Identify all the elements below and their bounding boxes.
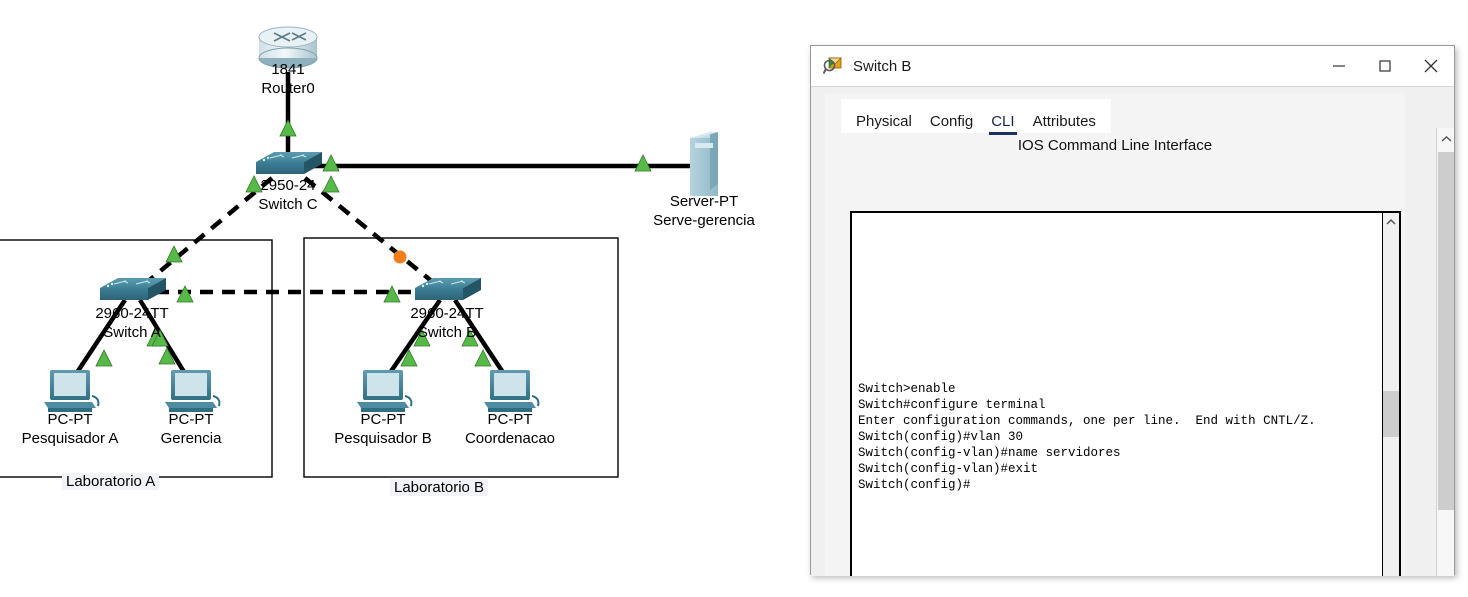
link-switcha-pc1 xyxy=(70,298,127,382)
device-switchc xyxy=(256,152,322,174)
link-up-icon xyxy=(322,175,340,193)
link-up-icon xyxy=(634,154,652,172)
cli-heading: IOS Command Line Interface xyxy=(1017,137,1213,154)
cli-output-text: Switch>enable Switch#configure terminal … xyxy=(858,382,1316,492)
group-box-laboratorio-a xyxy=(0,239,273,478)
window-controls xyxy=(1316,46,1454,85)
topology-svg xyxy=(0,26,718,478)
device-pc2 xyxy=(165,370,221,412)
cli-terminal[interactable]: Switch>enable Switch#configure terminal … xyxy=(850,211,1401,576)
device-pc3 xyxy=(357,370,413,412)
device-server xyxy=(690,132,718,196)
link-switchc-switchb xyxy=(303,176,442,290)
device-window-switch-b[interactable]: Switch B Physical Config CLI Attributes … xyxy=(810,45,1455,576)
window-scrollbar[interactable] xyxy=(1436,128,1454,576)
window-title: Switch B xyxy=(853,57,912,75)
tab-cli[interactable]: CLI xyxy=(982,109,1023,135)
minimize-button[interactable] xyxy=(1316,46,1362,85)
cli-scroll-thumb[interactable] xyxy=(1383,391,1399,437)
inspect-magnifier-icon xyxy=(823,57,842,74)
group-label-laboratorio-b: Laboratorio B xyxy=(390,479,489,496)
link-switchc-switcha xyxy=(138,176,274,290)
cli-scrollbar[interactable] xyxy=(1382,213,1399,576)
link-status-triangles xyxy=(95,119,652,367)
chevron-up-icon xyxy=(1386,218,1396,225)
group-box-laboratorio-b xyxy=(303,237,619,478)
device-panel: Physical Config CLI Attributes IOS Comma… xyxy=(825,93,1405,576)
group-label-laboratorio-a: Laboratorio A xyxy=(62,473,160,490)
device-switchb xyxy=(415,278,481,300)
cli-scroll-up-button[interactable] xyxy=(1383,213,1399,230)
packet-marker-icon xyxy=(393,250,407,264)
tab-physical[interactable]: Physical xyxy=(847,109,921,133)
link-switchb-pc3 xyxy=(383,298,442,382)
maximize-button[interactable] xyxy=(1362,46,1408,85)
link-up-icon xyxy=(245,175,263,193)
device-pc4 xyxy=(484,370,540,412)
close-icon xyxy=(1424,59,1438,72)
window-titlebar[interactable]: Switch B xyxy=(811,46,1454,87)
link-up-icon xyxy=(322,154,340,172)
close-button[interactable] xyxy=(1408,46,1454,85)
link-up-icon xyxy=(279,119,297,137)
tab-attributes[interactable]: Attributes xyxy=(1024,109,1105,133)
link-switchb-pc4 xyxy=(453,298,510,382)
maximize-icon xyxy=(1379,59,1391,72)
device-router0 xyxy=(258,26,318,69)
tab-config[interactable]: Config xyxy=(921,109,982,133)
minimize-icon xyxy=(1333,64,1345,67)
chevron-up-icon xyxy=(1441,135,1451,142)
link-up-icon xyxy=(95,349,113,367)
network-topology-canvas[interactable]: 1841 Router0 2950-24 Switch C Server-PT … xyxy=(0,0,810,597)
window-scroll-thumb[interactable] xyxy=(1438,152,1454,510)
device-switcha xyxy=(100,278,166,300)
screenshot-root: 1841 Router0 2950-24 Switch C Server-PT … xyxy=(0,0,1468,597)
window-body: Physical Config CLI Attributes IOS Comma… xyxy=(811,87,1454,576)
device-pc1 xyxy=(44,370,100,412)
window-scroll-up-button[interactable] xyxy=(1438,130,1454,148)
tab-bar[interactable]: Physical Config CLI Attributes xyxy=(841,99,1111,135)
